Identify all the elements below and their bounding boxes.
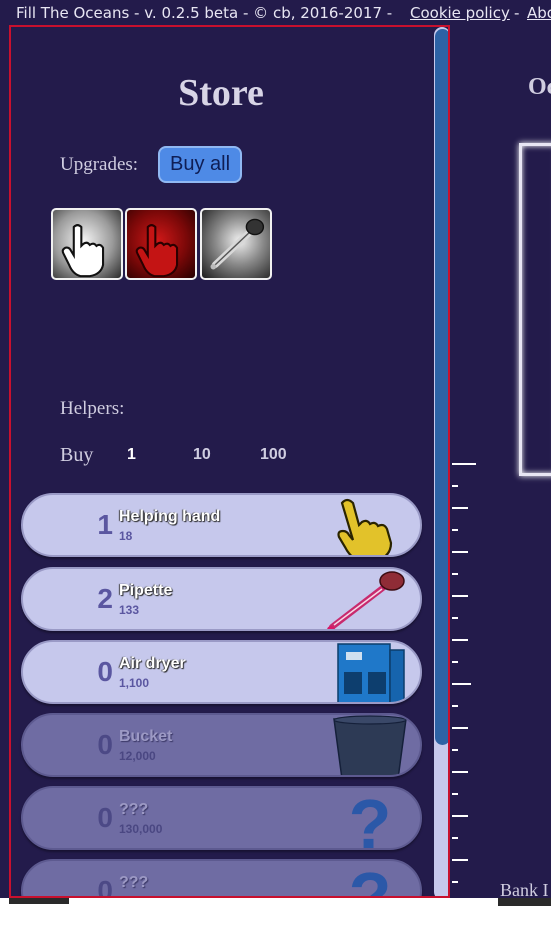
upgrades-label: Upgrades: — [60, 154, 139, 175]
helper-name: Air dryer — [119, 655, 186, 672]
bottom-strip — [0, 898, 551, 925]
bottom-left-bar — [9, 898, 69, 904]
store-title: Store — [178, 72, 264, 114]
store-scrollbar-thumb[interactable] — [435, 29, 448, 745]
topbar-separator: - — [514, 4, 520, 22]
buy-qty-100[interactable]: 100 — [260, 446, 287, 464]
buy-qty-1[interactable]: 1 — [127, 446, 136, 464]
upgrade-red-hand[interactable] — [125, 208, 197, 280]
helper-count: 0 — [97, 729, 113, 760]
pipette-icon — [327, 571, 405, 629]
helper-cost: 133 — [119, 603, 140, 617]
hand-pointer-icon — [61, 224, 105, 278]
buy-all-button[interactable]: Buy all — [158, 146, 242, 183]
buy-label: Buy — [60, 444, 94, 466]
svg-text:?: ? — [349, 861, 392, 898]
air-dryer-icon — [337, 643, 405, 702]
helper-unknown-1[interactable]: 0 ??? 130,000 ? — [21, 786, 422, 850]
helper-count: 1 — [97, 509, 113, 540]
bottom-right-bar — [498, 898, 551, 906]
helper-bucket[interactable]: 0 Bucket 12,000 — [21, 713, 422, 777]
helper-name: Pipette — [119, 582, 173, 599]
upgrade-pipette[interactable] — [200, 208, 272, 280]
buy-qty-10[interactable]: 10 — [193, 446, 211, 464]
bucket-icon — [333, 715, 407, 775]
app-title: Fill The Oceans - v. 0.2.5 beta - © cb, … — [16, 4, 393, 22]
about-link[interactable]: Abo — [527, 4, 551, 22]
helper-count: 0 — [97, 802, 113, 833]
svg-text:?: ? — [349, 788, 392, 850]
helper-air-dryer[interactable]: 0 Air dryer 1,100 — [21, 640, 422, 704]
ocean-title: Oc — [528, 74, 551, 100]
helper-pipette[interactable]: 2 Pipette 133 — [21, 567, 422, 631]
question-icon: ? — [349, 788, 392, 850]
pipette-icon — [210, 218, 265, 270]
helper-cost: 1,100 — [119, 676, 150, 690]
helper-helping-hand[interactable]: 1 Helping hand 18 — [21, 493, 422, 557]
helper-unknown-2[interactable]: 0 ??? ? — [21, 859, 422, 898]
top-bar: Fill The Oceans - v. 0.2.5 beta - © cb, … — [0, 0, 551, 26]
helper-cost: 18 — [119, 529, 133, 543]
helper-count: 0 — [97, 656, 113, 687]
helper-name: Helping hand — [119, 508, 221, 525]
store-panel: Store Upgrades: Buy all Helpers: Buy 1 1… — [9, 25, 450, 898]
question-icon: ? — [349, 861, 392, 898]
hand-icon — [337, 498, 393, 555]
helper-name: ??? — [119, 801, 149, 818]
upgrade-white-hand[interactable] — [51, 208, 123, 280]
hand-pointer-icon — [135, 224, 179, 278]
helper-count: 2 — [97, 583, 113, 614]
helper-cost: 130,000 — [119, 822, 163, 836]
ocean-container — [519, 143, 551, 476]
helper-name: ??? — [119, 874, 149, 891]
cookie-policy-link[interactable]: Cookie policy — [410, 4, 510, 22]
helper-count: 0 — [97, 875, 113, 898]
helpers-label: Helpers: — [60, 398, 125, 419]
helper-cost: 12,000 — [119, 749, 156, 763]
helper-name: Bucket — [119, 728, 173, 745]
